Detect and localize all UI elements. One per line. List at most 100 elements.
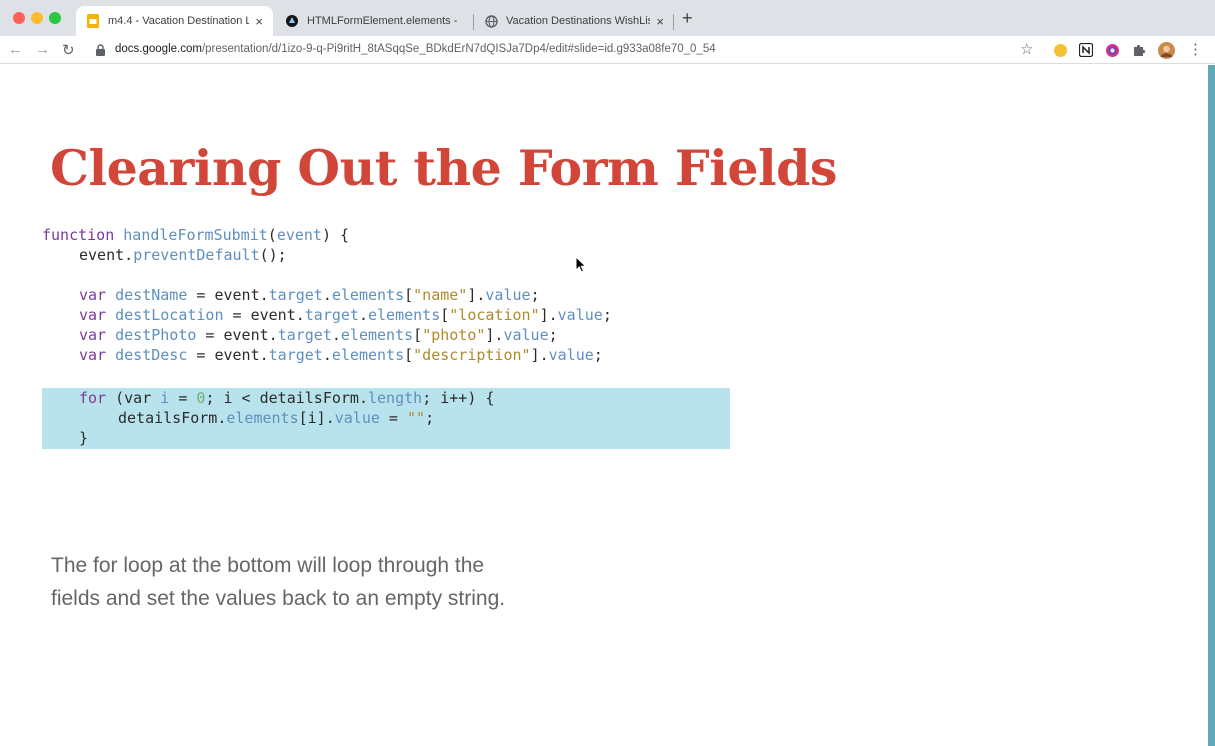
code-token: . — [322, 346, 332, 364]
code-token: ) { — [321, 226, 350, 244]
code-token: elements — [331, 286, 405, 304]
code-token: var — [79, 306, 107, 324]
code-line: var destName = event.target.elements["na… — [79, 285, 540, 305]
code-token: destDesc — [115, 346, 188, 364]
code-token: var — [79, 286, 107, 304]
tab-slides[interactable]: m4.4 - Vacation Destination Li × — [76, 6, 273, 36]
code-token: target — [304, 306, 359, 324]
code-token: = — [379, 409, 407, 427]
code-token: target — [268, 286, 323, 304]
code-token: function — [42, 226, 115, 244]
code-token: "photo" — [422, 326, 486, 344]
code-token: = event. — [187, 286, 269, 304]
code-token: . — [322, 286, 332, 304]
code-token: ; — [593, 346, 603, 364]
code-token: "" — [407, 409, 426, 427]
code-token: i — [160, 389, 170, 407]
code-token: [ — [404, 286, 414, 304]
code-token: ]. — [485, 326, 504, 344]
code-token: ; — [530, 286, 540, 304]
code-token: value — [334, 409, 380, 427]
code-line: detailsForm.elements[i].value = ""; — [118, 408, 434, 428]
code-token: ( — [267, 226, 277, 244]
url-path: /presentation/d/1izo-9-q-Pi9ritH_8tASqqS… — [201, 43, 716, 55]
globe-icon — [484, 14, 498, 28]
bookmark-star-icon[interactable]: ☆ — [1020, 40, 1033, 58]
back-button[interactable]: ← — [8, 41, 23, 58]
color-picker-icon[interactable] — [1105, 43, 1120, 58]
code-line: function handleFormSubmit(event) { — [42, 225, 349, 245]
caption-line: The for loop at the bottom will loop thr… — [51, 554, 485, 577]
code-token: var — [79, 326, 107, 344]
code-token: ; i++) { — [422, 389, 495, 407]
code-token: ; — [548, 326, 558, 344]
window-edge — [1208, 65, 1215, 746]
reload-button[interactable]: ↻ — [62, 41, 75, 59]
code-line: var destPhoto = event.target.elements["p… — [79, 325, 558, 345]
code-token: elements — [340, 326, 414, 344]
code-token: value — [485, 286, 531, 304]
url-text: docs.google.com/presentation/d/1izo-9-q-… — [115, 43, 716, 55]
tab-title: Vacation Destinations WishList — [506, 15, 651, 27]
browser-toolbar: ← → ↻ docs.google.com/presentation/d/1iz… — [0, 36, 1215, 64]
code-token: value — [557, 306, 603, 324]
browser-menu-icon[interactable]: ⋮ — [1188, 40, 1203, 58]
new-tab-button[interactable]: + — [682, 8, 693, 29]
code-token: ; — [425, 409, 435, 427]
extension-yellow-icon[interactable] — [1053, 43, 1068, 58]
code-token: ]. — [530, 346, 549, 364]
tab-mdn[interactable]: HTMLFormElement.elements - — [275, 6, 473, 36]
code-token: = — [169, 389, 197, 407]
tab-wishlist[interactable]: Vacation Destinations WishList × — [474, 6, 674, 36]
notion-icon[interactable] — [1078, 42, 1094, 58]
mdn-icon — [285, 14, 299, 28]
code-token: destPhoto — [115, 326, 197, 344]
code-token: "location" — [449, 306, 540, 324]
forward-button[interactable]: → — [35, 41, 50, 58]
code-token: destLocation — [115, 306, 224, 324]
code-token: "name" — [413, 286, 468, 304]
slide-caption: The for loop at the bottom will loop thr… — [51, 549, 505, 615]
window-minimize-button[interactable] — [31, 12, 43, 24]
code-token: [ — [440, 306, 450, 324]
tab-divider — [673, 14, 674, 30]
code-token: target — [268, 346, 323, 364]
code-token: preventDefault — [133, 246, 260, 264]
code-token: (); — [259, 246, 287, 264]
code-token: "description" — [413, 346, 531, 364]
code-token: [ — [404, 346, 414, 364]
code-line: var destLocation = event.target.elements… — [79, 305, 612, 325]
lock-icon — [96, 43, 105, 56]
code-line: var destDesc = event.target.elements["de… — [79, 345, 603, 365]
code-token: ]. — [467, 286, 486, 304]
code-token: . — [358, 306, 368, 324]
code-token: elements — [331, 346, 405, 364]
puzzle-icon[interactable] — [1132, 43, 1147, 58]
code-token: . — [331, 326, 341, 344]
code-token: value — [503, 326, 549, 344]
window-zoom-button[interactable] — [49, 12, 61, 24]
mouse-cursor-icon — [575, 256, 587, 273]
code-line: } — [79, 428, 88, 448]
caption-line: fields and set the values back to an emp… — [51, 587, 506, 610]
address-bar[interactable]: docs.google.com/presentation/d/1izo-9-q-… — [88, 38, 1043, 62]
code-token: ; — [602, 306, 612, 324]
tab-strip: m4.4 - Vacation Destination Li × HTMLFor… — [0, 0, 1215, 36]
code-token: for — [79, 389, 107, 407]
code-token: = event. — [187, 346, 269, 364]
profile-avatar-icon[interactable] — [1158, 42, 1175, 59]
code-token: handleFormSubmit — [123, 226, 268, 244]
tab-close-icon[interactable]: × — [255, 14, 263, 29]
url-host: docs.google.com — [115, 43, 202, 55]
code-token: ; i < detailsForm. — [205, 389, 368, 407]
window-close-button[interactable] — [13, 12, 25, 24]
slide-canvas: Clearing Out the Form Fields function ha… — [0, 65, 1208, 746]
google-slides-icon — [86, 14, 100, 28]
tab-close-icon[interactable]: × — [656, 14, 664, 29]
tab-title: m4.4 - Vacation Destination Li — [108, 15, 250, 27]
code-token: target — [277, 326, 332, 344]
code-token: event. — [79, 246, 134, 264]
code-token: = event. — [223, 306, 305, 324]
